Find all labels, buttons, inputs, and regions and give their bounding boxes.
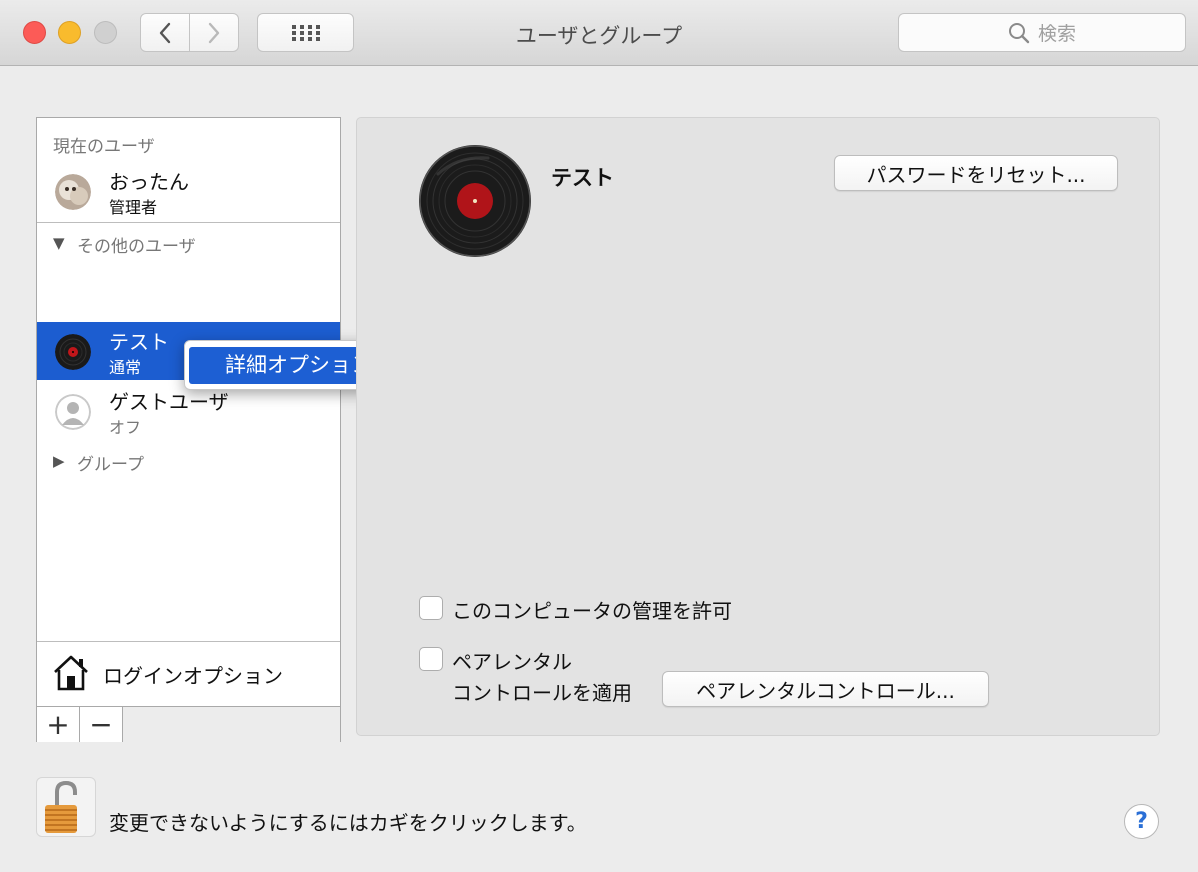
- parental-controls-button[interactable]: ペアレンタルコントロール...: [662, 671, 989, 707]
- selected-user-name: テスト: [551, 166, 614, 190]
- user-name: おったん: [109, 170, 189, 194]
- lock-hint-text: 変更できないようにするにはカギをクリックします。: [109, 811, 587, 835]
- avatar: [55, 394, 91, 430]
- parental-controls-checkbox[interactable]: [419, 647, 443, 671]
- triangle-right-icon[interactable]: ▶: [53, 452, 65, 470]
- login-options-label: ログインオプション: [103, 664, 283, 688]
- user-name: テスト: [109, 330, 169, 354]
- unlocked-padlock-icon: [45, 780, 77, 833]
- search-field[interactable]: 検索: [898, 13, 1186, 52]
- add-user-button[interactable]: +: [37, 707, 80, 742]
- user-role: 管理者: [109, 198, 158, 217]
- remove-user-button[interactable]: −: [80, 707, 123, 742]
- avatar: [55, 334, 91, 370]
- user-row-guest[interactable]: ゲストユーザ オフ: [37, 382, 340, 440]
- list-toolbar: + −: [37, 706, 340, 742]
- parental-controls-label-line2: コントロールを適用: [452, 681, 632, 705]
- user-name: ゲストユーザ: [109, 390, 229, 414]
- divider: [37, 222, 340, 223]
- user-role: オフ: [109, 418, 142, 437]
- login-options-row[interactable]: ログインオプション: [37, 641, 340, 705]
- help-button[interactable]: ?: [1124, 804, 1159, 839]
- lock-button[interactable]: [36, 777, 96, 837]
- avatar: [55, 174, 91, 210]
- user-detail-panel: テスト パスワードをリセット... このコンピュータの管理を許可 ペアレンタル …: [356, 117, 1160, 736]
- groups-header: グループ: [77, 455, 144, 475]
- search-icon: [1008, 22, 1030, 43]
- reset-password-button[interactable]: パスワードをリセット...: [834, 155, 1118, 191]
- user-role: 通常: [109, 358, 142, 377]
- triangle-down-icon[interactable]: ▼: [53, 234, 65, 252]
- search-placeholder: 検索: [1037, 23, 1076, 45]
- user-row-current[interactable]: おったん 管理者: [37, 162, 340, 220]
- user-picture[interactable]: [418, 144, 532, 258]
- title-bar: ユーザとグループ 検索: [0, 0, 1198, 66]
- user-list[interactable]: 現在のユーザ おったん 管理者 ▼ その他のユーザ テスト 通常 ゲストユーザ …: [36, 117, 341, 742]
- allow-admin-checkbox[interactable]: [419, 596, 443, 620]
- current-users-header: 現在のユーザ: [53, 137, 155, 157]
- allow-admin-label: このコンピュータの管理を許可: [452, 599, 732, 623]
- parental-controls-label-line1: ペアレンタル: [452, 650, 572, 674]
- house-icon: [54, 655, 88, 691]
- other-users-header: その他のユーザ: [77, 237, 196, 257]
